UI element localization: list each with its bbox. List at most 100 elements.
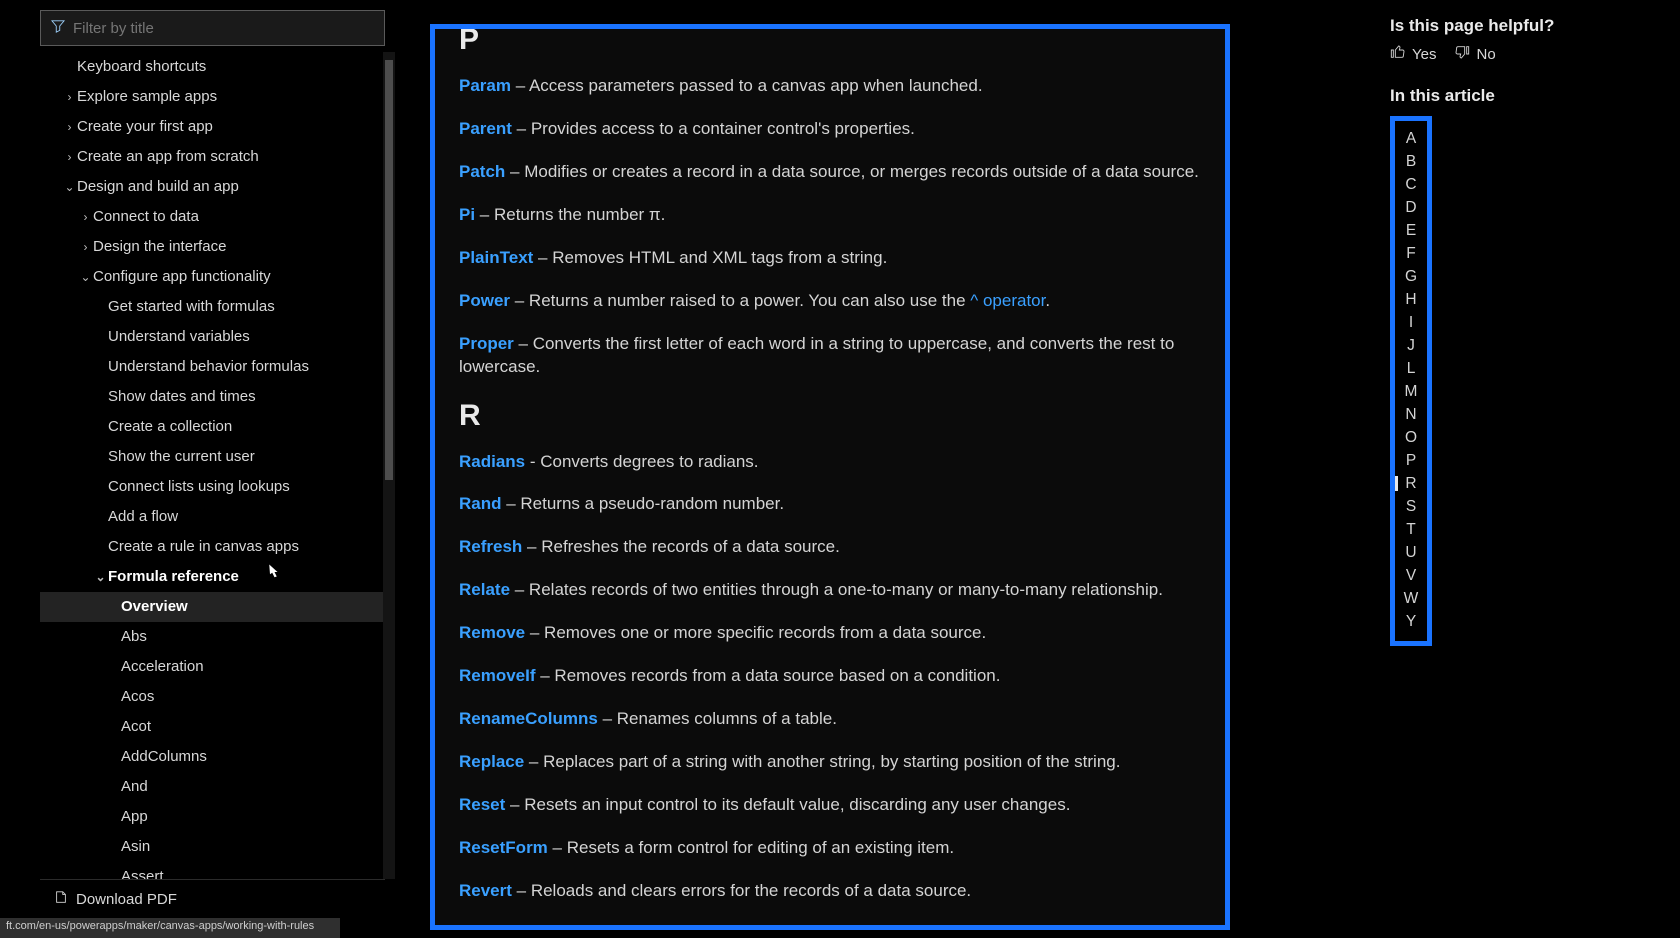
- alpha-link[interactable]: R: [1395, 472, 1427, 495]
- function-entry: Replace – Replaces part of a string with…: [459, 751, 1201, 774]
- sidebar-item[interactable]: Understand variables: [40, 322, 395, 352]
- alpha-link[interactable]: P: [1395, 449, 1427, 472]
- sidebar-item[interactable]: Get started with formulas: [40, 292, 395, 322]
- function-link[interactable]: Relate: [459, 580, 510, 599]
- sidebar-item[interactable]: Create a collection: [40, 412, 395, 442]
- function-link[interactable]: RenameColumns: [459, 709, 598, 728]
- sidebar-item[interactable]: Understand behavior formulas: [40, 352, 395, 382]
- sidebar-item[interactable]: Acos: [40, 682, 395, 712]
- sidebar-item[interactable]: ›Explore sample apps: [40, 82, 395, 112]
- sidebar-item[interactable]: AddColumns: [40, 742, 395, 772]
- function-entry: ResetForm – Resets a form control for ed…: [459, 837, 1201, 860]
- sidebar-item-label: Asin: [121, 833, 150, 861]
- sidebar-item[interactable]: Asin: [40, 832, 395, 862]
- alpha-link[interactable]: J: [1395, 334, 1427, 357]
- download-pdf-button[interactable]: Download PDF: [40, 879, 385, 918]
- function-desc: – Returns a pseudo-random number.: [502, 494, 785, 513]
- sidebar-item[interactable]: Assert: [40, 862, 395, 879]
- vote-yes-button[interactable]: Yes: [1390, 44, 1436, 64]
- function-link[interactable]: Pi: [459, 205, 475, 224]
- sidebar-item-label: Design the interface: [93, 233, 226, 261]
- function-link[interactable]: RemoveIf: [459, 666, 536, 685]
- function-link[interactable]: Revert: [459, 881, 512, 900]
- sidebar-item[interactable]: Create a rule in canvas apps: [40, 532, 395, 562]
- sidebar-item-label: Formula reference: [108, 563, 239, 591]
- sidebar-item[interactable]: Add a flow: [40, 502, 395, 532]
- chevron-down-icon: ⌄: [95, 563, 106, 591]
- thumbs-down-icon: [1454, 44, 1470, 64]
- main-content: PParam – Access parameters passed to a c…: [400, 0, 1390, 938]
- sidebar-item[interactable]: Abs: [40, 622, 395, 652]
- alpha-link[interactable]: M: [1395, 380, 1427, 403]
- sidebar-item[interactable]: ›Design the interface: [40, 232, 395, 262]
- sidebar-item[interactable]: Acot: [40, 712, 395, 742]
- function-entry: Parent – Provides access to a container …: [459, 118, 1201, 141]
- chevron-down-icon: ⌄: [64, 173, 75, 201]
- alpha-link[interactable]: E: [1395, 219, 1427, 242]
- function-link[interactable]: Remove: [459, 623, 525, 642]
- nav-scrollbar-thumb[interactable]: [385, 60, 393, 480]
- filter-box[interactable]: [40, 10, 385, 46]
- alpha-link[interactable]: B: [1395, 150, 1427, 173]
- function-desc: – Converts the first letter of each word…: [459, 334, 1174, 376]
- function-desc: - Converts degrees to radians.: [525, 452, 758, 471]
- function-link[interactable]: Replace: [459, 752, 524, 771]
- alpha-link[interactable]: G: [1395, 265, 1427, 288]
- function-link[interactable]: Rand: [459, 494, 502, 513]
- function-link[interactable]: Param: [459, 76, 511, 95]
- vote-no-button[interactable]: No: [1454, 44, 1495, 64]
- alpha-link[interactable]: Y: [1395, 610, 1427, 633]
- function-entry: Pi – Returns the number π.: [459, 204, 1201, 227]
- function-entry: RenameColumns – Renames columns of a tab…: [459, 708, 1201, 731]
- function-link[interactable]: Patch: [459, 162, 505, 181]
- alpha-link[interactable]: U: [1395, 541, 1427, 564]
- sidebar-item[interactable]: ›Create your first app: [40, 112, 395, 142]
- alpha-link[interactable]: H: [1395, 288, 1427, 311]
- sidebar-item[interactable]: Keyboard shortcuts: [40, 52, 395, 82]
- sidebar-item[interactable]: Show dates and times: [40, 382, 395, 412]
- function-link[interactable]: Refresh: [459, 537, 522, 556]
- function-link[interactable]: Parent: [459, 119, 512, 138]
- function-desc: – Provides access to a container control…: [512, 119, 915, 138]
- alpha-link[interactable]: S: [1395, 495, 1427, 518]
- alpha-link[interactable]: O: [1395, 426, 1427, 449]
- function-link[interactable]: Radians: [459, 452, 525, 471]
- sidebar-item[interactable]: ›Create an app from scratch: [40, 142, 395, 172]
- alpha-link[interactable]: F: [1395, 242, 1427, 265]
- alpha-link[interactable]: C: [1395, 173, 1427, 196]
- function-entry: Proper – Converts the first letter of ea…: [459, 333, 1201, 379]
- function-link[interactable]: Power: [459, 291, 510, 310]
- alpha-link[interactable]: A: [1395, 127, 1427, 150]
- filter-input[interactable]: [65, 20, 374, 37]
- function-link[interactable]: PlainText: [459, 248, 533, 267]
- sidebar-item[interactable]: App: [40, 802, 395, 832]
- function-desc: – Refreshes the records of a data source…: [522, 537, 840, 556]
- sidebar-item[interactable]: Acceleration: [40, 652, 395, 682]
- alpha-link[interactable]: W: [1395, 587, 1427, 610]
- function-link[interactable]: ResetForm: [459, 838, 548, 857]
- chevron-right-icon: ›: [64, 143, 75, 171]
- inline-link[interactable]: ^ operator: [970, 291, 1045, 310]
- nav-scrollbar-track[interactable]: [383, 52, 395, 879]
- alpha-link[interactable]: T: [1395, 518, 1427, 541]
- function-link[interactable]: Reset: [459, 795, 505, 814]
- sidebar-item[interactable]: ⌄Configure app functionality: [40, 262, 395, 292]
- alpha-link[interactable]: L: [1395, 357, 1427, 380]
- sidebar-item[interactable]: Connect lists using lookups: [40, 472, 395, 502]
- function-link[interactable]: RGBA: [459, 924, 509, 930]
- function-link[interactable]: Proper: [459, 334, 514, 353]
- sidebar-item-label: Understand behavior formulas: [108, 353, 309, 381]
- sidebar-item[interactable]: ⌄Formula reference: [40, 562, 395, 592]
- alpha-link[interactable]: N: [1395, 403, 1427, 426]
- sidebar-item-label: Overview: [121, 593, 188, 621]
- sidebar-item[interactable]: And: [40, 772, 395, 802]
- function-desc-tail: .: [1045, 291, 1050, 310]
- alpha-link[interactable]: D: [1395, 196, 1427, 219]
- sidebar-item[interactable]: ⌄Design and build an app: [40, 172, 395, 202]
- alpha-link[interactable]: V: [1395, 564, 1427, 587]
- sidebar-item[interactable]: Overview: [40, 592, 395, 622]
- sidebar-item[interactable]: Show the current user: [40, 442, 395, 472]
- alpha-link[interactable]: I: [1395, 311, 1427, 334]
- sidebar-item[interactable]: ›Connect to data: [40, 202, 395, 232]
- status-bar: ft.com/en-us/powerapps/maker/canvas-apps…: [0, 918, 340, 938]
